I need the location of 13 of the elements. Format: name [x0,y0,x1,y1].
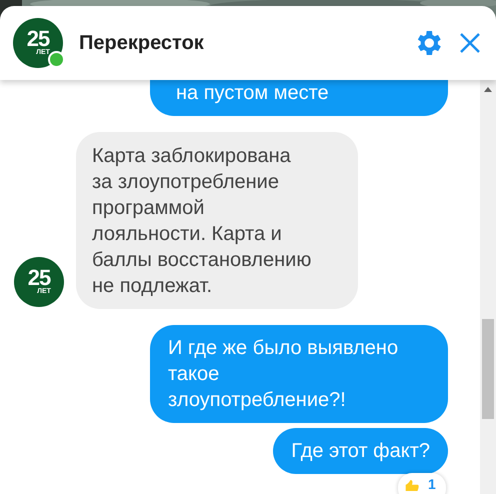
scroll-up-icon[interactable] [484,87,492,92]
reaction-icon [404,480,420,491]
message-bubble: Карта заблокирована за злоупотребление программой лояльности. Карта и баллы восстановлению не подлежат. [76,132,358,309]
logo-number: 25 [28,268,50,288]
logo-number: 25 [26,29,50,49]
message-bubble: на пустом месте [150,80,448,116]
scrollbar[interactable] [480,80,496,494]
message-bubble: Где этот факт? [273,428,448,474]
close-icon[interactable] [458,31,482,55]
message-bubble: И где же было выявлено такое злоупотребление?! [150,325,448,423]
reaction-chip[interactable]: 1 [398,473,446,494]
scrollbar-thumb[interactable] [482,319,494,419]
chat-title: Перекресток [79,32,205,54]
